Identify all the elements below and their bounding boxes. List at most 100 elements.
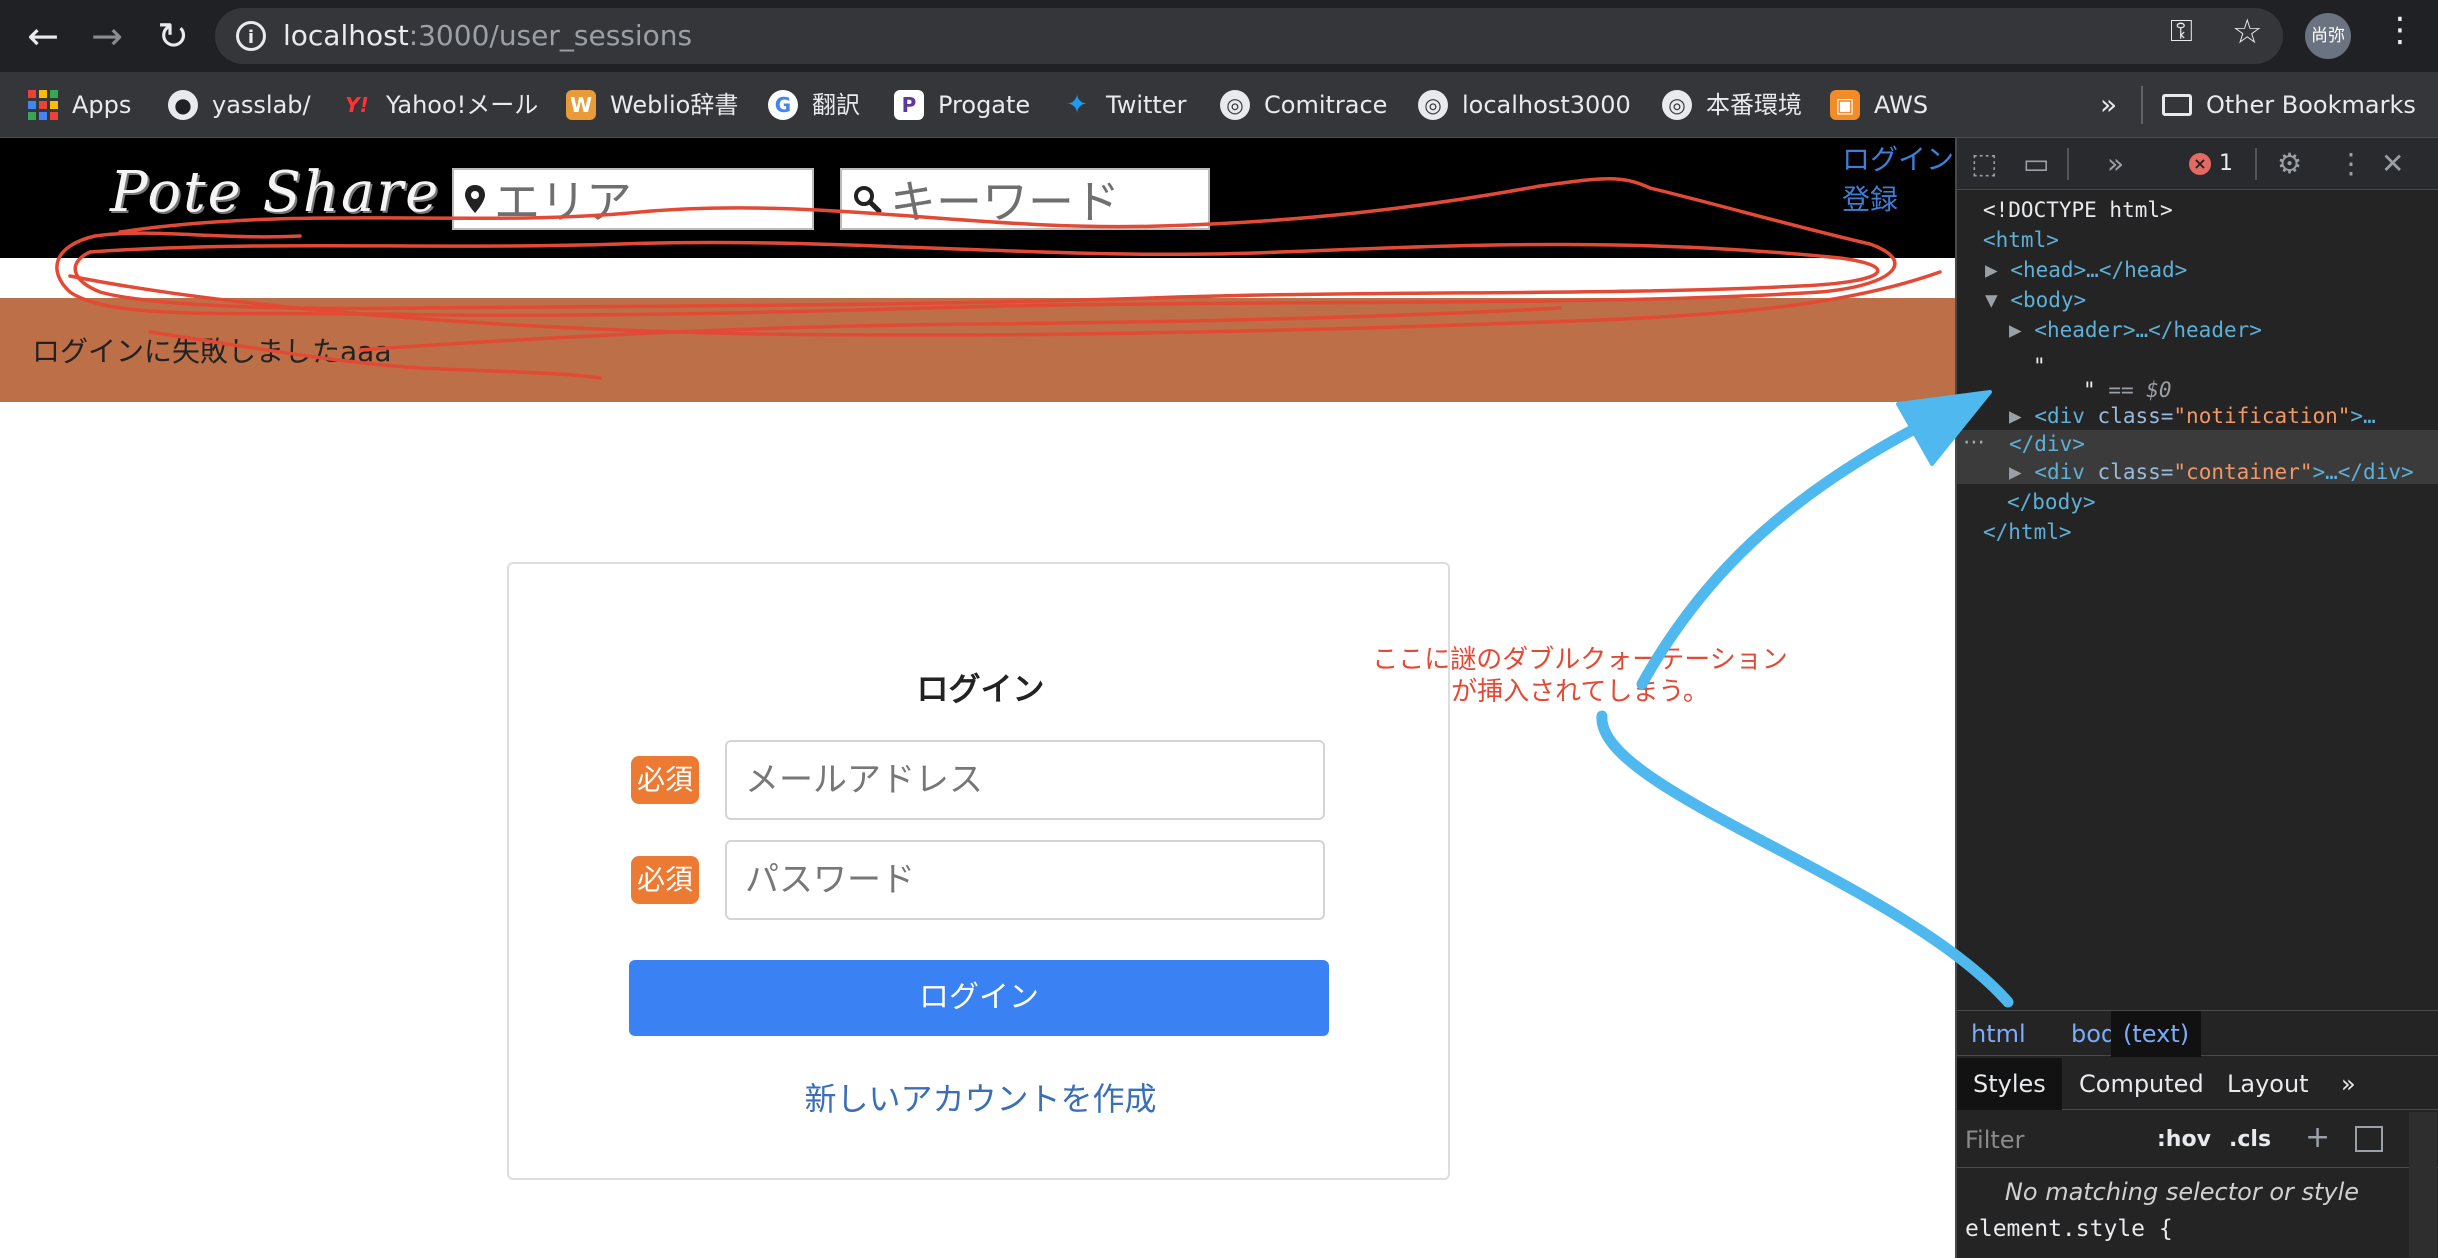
- weblio-icon: W: [566, 90, 596, 120]
- key-icon[interactable]: ⚿: [2170, 14, 2193, 49]
- tag-open: <div: [2034, 460, 2085, 484]
- add-style-rule-icon[interactable]: +: [2305, 1118, 2330, 1158]
- attr-name: class=: [2097, 404, 2174, 428]
- expand-arrow-icon[interactable]: ▶: [2009, 318, 2022, 342]
- email-field[interactable]: メールアドレス: [725, 740, 1325, 820]
- more-tabs-button[interactable]: »: [2325, 1058, 2372, 1110]
- tree-body-close[interactable]: </body>: [2007, 490, 2096, 514]
- bookmark-translate[interactable]: G 翻訳: [768, 72, 860, 138]
- toggle-sidebar-icon[interactable]: [2355, 1126, 2383, 1152]
- error-count[interactable]: 1: [2219, 138, 2233, 190]
- login-title: ログイン: [916, 670, 1045, 708]
- tree-html-open[interactable]: <html>: [1983, 228, 2059, 252]
- tree-container-div[interactable]: ▶ <div class="container">…</div>: [2009, 460, 2414, 484]
- expand-arrow-icon[interactable]: ▶: [2009, 404, 2022, 428]
- progate-icon: P: [894, 90, 924, 120]
- error-icon[interactable]: ×: [2189, 153, 2211, 175]
- tree-text-node-open[interactable]: ": [2033, 354, 2046, 378]
- more-bookmarks-button[interactable]: »: [2100, 72, 2117, 138]
- github-icon: ●: [168, 90, 198, 120]
- location-pin-icon: [465, 185, 485, 213]
- bookmark-label: AWS: [1874, 91, 1929, 119]
- styles-tabs: Styles Computed Layout »: [1957, 1058, 2438, 1110]
- bookmark-label: Twitter: [1106, 91, 1187, 119]
- tab-styles[interactable]: Styles: [1957, 1058, 2062, 1110]
- bookmark-aws[interactable]: ▣ AWS: [1830, 72, 1928, 138]
- reload-button[interactable]: ↻: [148, 0, 198, 72]
- bookmark-label: Progate: [938, 91, 1031, 119]
- tab-computed[interactable]: Computed: [2063, 1058, 2220, 1110]
- email-placeholder: メールアドレス: [745, 760, 983, 800]
- inspect-element-icon[interactable]: ⬚: [1971, 138, 1997, 190]
- bookmark-weblio[interactable]: W Weblio辞書: [566, 72, 738, 138]
- tree-head-row[interactable]: ▶ <head>…</head>: [1985, 258, 2187, 282]
- twitter-icon: ✦: [1066, 90, 1088, 120]
- password-field[interactable]: パスワード: [725, 840, 1325, 920]
- required-badge: 必須: [631, 856, 699, 904]
- globe-icon: ◎: [1418, 90, 1448, 120]
- signup-link[interactable]: 新しいアカウントを作成: [509, 1074, 1452, 1120]
- bookmark-production[interactable]: ◎ 本番環境: [1662, 72, 1802, 138]
- bookmark-label: 翻訳: [812, 91, 860, 119]
- back-button[interactable]: ←: [18, 0, 68, 72]
- yahoo-icon: Y!: [345, 93, 369, 117]
- breadcrumb-html[interactable]: html: [1971, 1011, 2026, 1057]
- hov-toggle[interactable]: :hov: [2157, 1120, 2211, 1160]
- bookmark-localhost3000[interactable]: ◎ localhost3000: [1418, 72, 1631, 138]
- other-bookmarks-label: Other Bookmarks: [2206, 91, 2416, 119]
- more-panels-icon[interactable]: »: [2107, 138, 2124, 190]
- dom-breadcrumbs: html body (text): [1957, 1010, 2438, 1057]
- styles-filter-input[interactable]: Filter: [1965, 1120, 2135, 1160]
- annotation-line-1: ここに謎のダブルクォーテーション: [1372, 645, 1788, 675]
- tree-div-close[interactable]: </div>: [2009, 432, 2085, 456]
- register-link[interactable]: 登録: [1842, 180, 1954, 220]
- cls-toggle[interactable]: .cls: [2229, 1120, 2271, 1160]
- annotation-line-2: が挿入されてしまう。: [1451, 677, 1709, 707]
- keyword-search-input[interactable]: キーワード: [840, 168, 1210, 230]
- tab-layout[interactable]: Layout: [2211, 1058, 2325, 1110]
- close-devtools-icon[interactable]: ✕: [2381, 138, 2404, 190]
- site-logo[interactable]: Pote Share: [110, 160, 440, 225]
- more-bookmarks-label: »: [2100, 88, 2118, 121]
- annotation-note: ここに謎のダブルクォーテーション が挿入されてしまう。: [1330, 644, 1830, 708]
- tag-tail: >…: [2350, 404, 2376, 428]
- settings-gear-icon[interactable]: ⚙: [2277, 138, 2302, 190]
- bookmark-twitter[interactable]: ✦ Twitter: [1062, 72, 1186, 138]
- other-bookmarks[interactable]: Other Bookmarks: [2162, 72, 2416, 138]
- bookmark-star-icon[interactable]: ☆: [2232, 12, 2262, 52]
- element-style-rule: element.style {: [1965, 1216, 2173, 1242]
- devtools-menu-icon[interactable]: ⋮: [2337, 138, 2365, 190]
- devtools-panel: ⬚ ▭ » × 1 ⚙ ⋮ ✕ ⋯ <!DOCTYPE html> <html>…: [1955, 138, 2438, 1258]
- tree-text-node-close[interactable]: " == $0: [2083, 378, 2172, 402]
- bookmark-progate[interactable]: P Progate: [894, 72, 1030, 138]
- bookmark-comitrace[interactable]: ◎ Comitrace: [1220, 72, 1387, 138]
- tree-body-row[interactable]: ▼ <body>: [1985, 288, 2086, 312]
- tree-doctype[interactable]: <!DOCTYPE html>: [1983, 198, 2173, 222]
- expand-arrow-icon[interactable]: ▶: [1985, 258, 1998, 282]
- bookmark-label: Yahoo!メール: [386, 91, 539, 119]
- profile-avatar[interactable]: 尚弥: [2305, 13, 2351, 59]
- header-links: ログイン 登録: [1842, 140, 1954, 220]
- notification-text: ログインに失敗しましたaaa: [32, 335, 392, 368]
- bookmark-yahoo-mail[interactable]: Y! Yahoo!メール: [342, 72, 538, 138]
- tree-html-close[interactable]: </html>: [1983, 520, 2072, 544]
- area-search-input[interactable]: エリア: [452, 168, 814, 230]
- tree-header: <header>…</header>: [2034, 318, 2262, 342]
- tree-notification-div[interactable]: ▶ <div class="notification">…: [2009, 404, 2376, 428]
- chrome-menu-icon[interactable]: ⋮: [2383, 10, 2417, 50]
- styles-scrollbar[interactable]: [2409, 1112, 2437, 1258]
- login-card: ログイン 必須 メールアドレス 必須 パスワード ログイン 新しいアカウントを作…: [507, 562, 1450, 1180]
- forward-button[interactable]: →: [82, 0, 132, 72]
- login-button[interactable]: ログイン: [629, 960, 1329, 1036]
- expand-arrow-icon[interactable]: ▶: [2009, 460, 2022, 484]
- device-toolbar-icon[interactable]: ▭: [2023, 138, 2049, 190]
- breadcrumb-text[interactable]: (text): [2111, 1011, 2202, 1057]
- url-text[interactable]: localhost:3000/user_sessions: [283, 10, 692, 62]
- bookmark-apps[interactable]: Apps: [28, 72, 131, 138]
- bookmark-yasslab[interactable]: ● yasslab/: [168, 72, 311, 138]
- login-link[interactable]: ログイン: [1842, 140, 1954, 180]
- toolbar-divider: [2255, 148, 2257, 180]
- site-info-icon[interactable]: i: [236, 21, 266, 51]
- collapse-arrow-icon[interactable]: ▼: [1985, 288, 1998, 312]
- tree-header-row[interactable]: ▶ <header>…</header>: [2009, 318, 2262, 342]
